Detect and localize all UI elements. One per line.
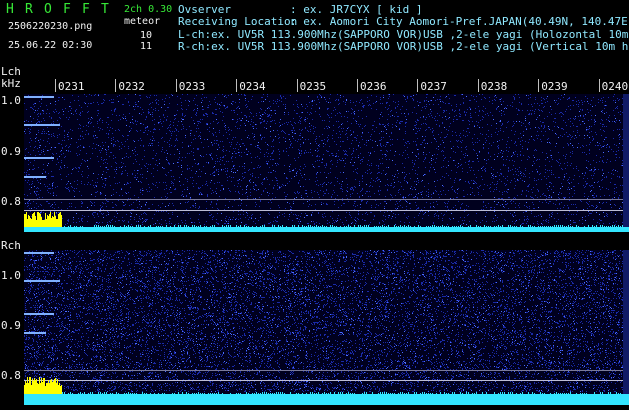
- time-tick-mark: [417, 79, 419, 92]
- frequency-gridline: [24, 370, 629, 371]
- time-tick-mark: [175, 79, 177, 92]
- rch-count: 11: [140, 41, 153, 52]
- carrier-trace: [24, 280, 60, 282]
- time-tick-label: 0238: [480, 80, 508, 93]
- header: HROFFT 2506220230.png 25.06.22 02:30 2ch…: [0, 0, 629, 58]
- brand-letter: H: [6, 2, 14, 17]
- brand-letter: O: [44, 2, 52, 17]
- time-tick-mark: [115, 79, 117, 92]
- time-tick-mark: [55, 79, 56, 92]
- frequency-gridline: [24, 199, 629, 200]
- time-tick-mark: [357, 79, 358, 92]
- lch-ytick: 0.8: [1, 195, 21, 208]
- frequency-gridline: [24, 380, 629, 381]
- carrier-trace: [24, 332, 46, 334]
- brand-letter: R: [25, 2, 33, 17]
- time-tick-label: 0235: [299, 80, 327, 93]
- event-type: meteor: [124, 16, 161, 27]
- time-tick-label: 0234: [239, 80, 266, 93]
- channel-info: 2ch 0.30: [124, 4, 173, 15]
- lch-unit: kHz: [1, 77, 21, 90]
- time-tick-label: 0233: [178, 80, 206, 93]
- brand-letter: F: [63, 2, 71, 17]
- spectrogram-edge: [623, 94, 629, 227]
- time-tick-label: 0231: [58, 80, 85, 93]
- carrier-trace: [24, 252, 54, 254]
- time-tick-label: 0240: [601, 80, 629, 93]
- carrier-trace: [24, 176, 46, 178]
- lch-setup: L-ch:ex. UV5R 113.900Mhz(SAPPORO VOR)USB…: [178, 29, 629, 41]
- time-tick-mark: [477, 79, 479, 92]
- spectrogram-edge: [623, 250, 629, 394]
- filename: 2506220230.png: [8, 21, 93, 32]
- time-tick-mark: [296, 79, 298, 92]
- brand-letter: T: [101, 2, 109, 17]
- carrier-trace: [24, 157, 54, 159]
- rch-label: Rch: [1, 239, 21, 252]
- time-tick-label: 0237: [420, 80, 447, 93]
- time-tick-mark: [236, 79, 238, 92]
- carrier-trace: [24, 313, 54, 315]
- brand-letters: HROFFT: [6, 2, 120, 17]
- brand-letter: F: [82, 2, 90, 17]
- time-tick-label: 0232: [118, 80, 145, 93]
- rch-ytick: 0.8: [1, 369, 21, 382]
- time-tick-mark: [598, 79, 600, 92]
- lch-ytick: 0.9: [1, 145, 21, 158]
- time-axis-lch: 0231 0232 0233 0234 0235 0236 0237 0238 0239 0240: [24, 79, 629, 94]
- lch-ytick: 1.0: [1, 94, 21, 107]
- frequency-gridline: [24, 210, 629, 211]
- time-tick-mark: [538, 79, 540, 92]
- carrier-trace: [24, 124, 60, 126]
- location-value: : ex. Aomori City Aomori-Pref.JAPAN(40.4…: [290, 15, 629, 28]
- rch-spectrogram: [24, 250, 629, 405]
- rch-ytick: 1.0: [1, 269, 21, 282]
- lch-label: Lch: [1, 65, 21, 78]
- lch-spectrogram: [24, 94, 629, 232]
- time-tick-label: 0239: [541, 80, 568, 93]
- datetime: 25.06.22 02:30: [8, 40, 93, 51]
- rch-setup: R-ch:ex. UV5R 113.900Mhz(SAPPORO VOR)USB…: [178, 41, 629, 53]
- carrier-trace: [24, 96, 54, 98]
- rch-ytick: 0.9: [1, 319, 21, 332]
- signal-baseline: [24, 394, 629, 405]
- time-tick-label: 0236: [360, 80, 387, 93]
- location-label: Receiving Location: [178, 15, 298, 28]
- signal-baseline: [24, 227, 629, 232]
